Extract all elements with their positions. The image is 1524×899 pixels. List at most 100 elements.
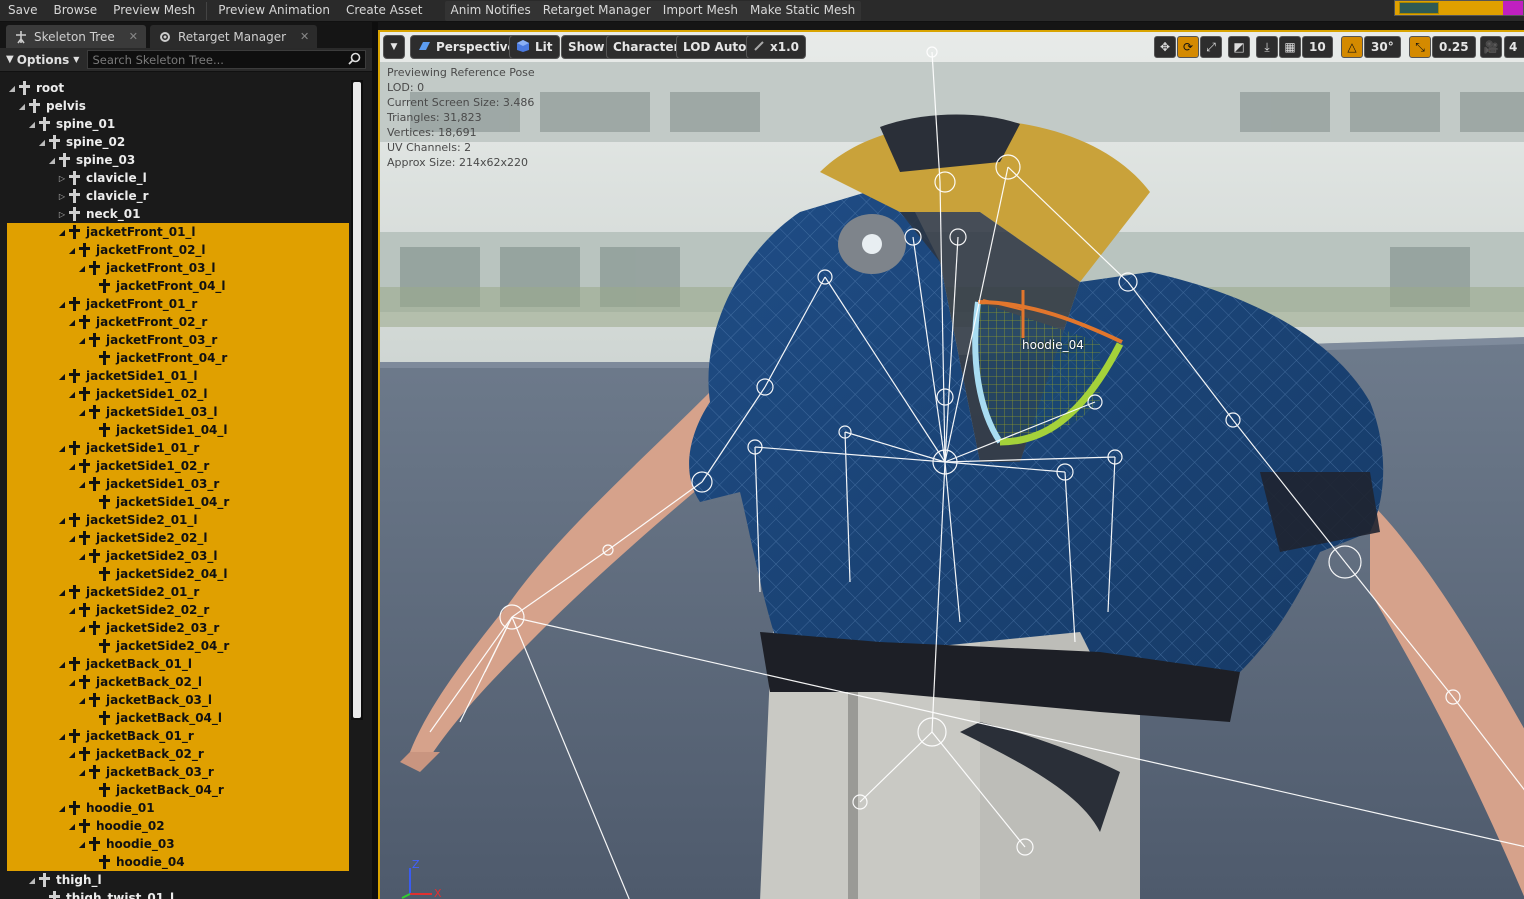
tree-row[interactable]: jacketFront_04_r xyxy=(7,349,349,367)
expanded-arrow-icon[interactable]: ◢ xyxy=(67,534,77,543)
tree-row[interactable]: ◢ jacketSide2_02_l xyxy=(7,529,349,547)
rotation-snap-icon[interactable]: △ xyxy=(1341,36,1363,58)
scrollbar-thumb[interactable] xyxy=(353,82,361,718)
toolbar-item[interactable]: Preview Animation xyxy=(210,1,338,21)
playback-speed-button[interactable]: x1.0 xyxy=(746,35,806,59)
expanded-arrow-icon[interactable]: ◢ xyxy=(57,444,67,453)
expanded-arrow-icon[interactable]: ◢ xyxy=(67,678,77,687)
tree-row[interactable]: ◢ jacketFront_02_r xyxy=(7,313,349,331)
expanded-arrow-icon[interactable]: ◢ xyxy=(57,588,67,597)
tree-row[interactable]: jacketSide1_04_r xyxy=(7,493,349,511)
expanded-arrow-icon[interactable]: ◢ xyxy=(77,624,87,633)
tree-row[interactable]: ◢ jacketBack_02_l xyxy=(7,673,349,691)
character-button[interactable]: Character xyxy=(606,35,687,59)
tree-row[interactable]: ◢ spine_03 xyxy=(7,151,349,169)
tree-row[interactable]: ◢ jacketSide1_03_r xyxy=(7,475,349,493)
expanded-arrow-icon[interactable]: ◢ xyxy=(77,840,87,849)
expanded-arrow-icon[interactable]: ◢ xyxy=(67,390,77,399)
perspective-button[interactable]: Perspective xyxy=(410,35,523,59)
tree-row[interactable]: ◢ hoodie_02 xyxy=(7,817,349,835)
expanded-arrow-icon[interactable]: ◢ xyxy=(57,732,67,741)
expanded-arrow-icon[interactable]: ◢ xyxy=(57,372,67,381)
expanded-arrow-icon[interactable]: ◢ xyxy=(77,480,87,489)
collapsed-arrow-icon[interactable]: ▷ xyxy=(57,174,67,183)
tree-row[interactable]: ◢ jacketSide1_01_r xyxy=(7,439,349,457)
tree-row[interactable]: ◢ spine_02 xyxy=(7,133,349,151)
expanded-arrow-icon[interactable]: ◢ xyxy=(67,822,77,831)
toolbar-item[interactable]: Retarget Manager xyxy=(537,1,657,21)
scale-snap-icon[interactable]: ⤡ xyxy=(1409,36,1431,58)
close-icon[interactable]: ✕ xyxy=(300,30,309,43)
scale-snap-value[interactable]: 0.25 xyxy=(1432,36,1476,58)
tree-row[interactable]: ◢ jacketSide1_02_l xyxy=(7,385,349,403)
expanded-arrow-icon[interactable]: ◢ xyxy=(77,552,87,561)
tree-row[interactable]: ◢ jacketSide2_03_l xyxy=(7,547,349,565)
tree-row[interactable]: ◢ jacketSide1_03_l xyxy=(7,403,349,421)
expanded-arrow-icon[interactable]: ◢ xyxy=(67,606,77,615)
tree-scrollbar[interactable] xyxy=(351,80,363,720)
tree-row[interactable]: ◢ jacketBack_01_l xyxy=(7,655,349,673)
tree-row[interactable]: ◢ jacketSide1_01_l xyxy=(7,367,349,385)
camera-speed-value[interactable]: 4 xyxy=(1504,36,1524,58)
tree-row[interactable]: ▷ neck_01 xyxy=(7,205,349,223)
toolbar-item[interactable]: Import Mesh xyxy=(657,1,744,21)
tree-row[interactable]: ◢ hoodie_01 xyxy=(7,799,349,817)
rotation-snap-value[interactable]: 30° xyxy=(1364,36,1401,58)
toolbar-item[interactable]: Create Asset xyxy=(338,1,431,21)
tree-row[interactable]: jacketSide2_04_l xyxy=(7,565,349,583)
tree-row[interactable]: ◢ jacketFront_02_l xyxy=(7,241,349,259)
tree-row[interactable]: ◢ root xyxy=(7,79,349,97)
translate-tool-icon[interactable]: ✥ xyxy=(1154,36,1176,58)
expanded-arrow-icon[interactable]: ◢ xyxy=(67,750,77,759)
expanded-arrow-icon[interactable]: ◢ xyxy=(77,408,87,417)
viewport-options-button[interactable]: ▼ xyxy=(383,35,405,59)
expanded-arrow-icon[interactable]: ◢ xyxy=(77,264,87,273)
tab-skeleton-tree[interactable]: Skeleton Tree ✕ xyxy=(6,25,146,48)
expanded-arrow-icon[interactable]: ◢ xyxy=(67,462,77,471)
tree-row[interactable]: ▷ clavicle_l xyxy=(7,169,349,187)
toolbar-item[interactable]: Browse xyxy=(45,1,105,21)
tree-row[interactable]: ◢ jacketSide2_02_r xyxy=(7,601,349,619)
tree-row[interactable]: ◢ jacketSide2_03_r xyxy=(7,619,349,637)
expanded-arrow-icon[interactable]: ◢ xyxy=(17,102,27,111)
collapsed-arrow-icon[interactable]: ▷ xyxy=(57,210,67,219)
tree-row[interactable]: hoodie_04 xyxy=(7,853,349,871)
tree-row[interactable]: ◢ thigh_l xyxy=(7,871,349,889)
expanded-arrow-icon[interactable]: ◢ xyxy=(57,804,67,813)
tree-row[interactable]: ◢ jacketSide2_01_r xyxy=(7,583,349,601)
expanded-arrow-icon[interactable]: ◢ xyxy=(57,300,67,309)
expanded-arrow-icon[interactable]: ◢ xyxy=(27,120,37,129)
toolbar-item[interactable]: Save xyxy=(0,1,45,21)
tree-row[interactable]: ◢ jacketSide1_02_r xyxy=(7,457,349,475)
coordinate-space-icon[interactable]: ◩ xyxy=(1228,36,1250,58)
expanded-arrow-icon[interactable]: ◢ xyxy=(57,660,67,669)
close-icon[interactable]: ✕ xyxy=(129,30,138,43)
toolbar-item[interactable]: Anim Notifies xyxy=(445,1,537,21)
tree-row[interactable]: ◢ jacketBack_01_r xyxy=(7,727,349,745)
tab-retarget-manager[interactable]: Retarget Manager ✕ xyxy=(149,25,318,48)
options-button[interactable]: ▼ Options ▼ xyxy=(6,53,79,67)
expanded-arrow-icon[interactable]: ◢ xyxy=(57,228,67,237)
expanded-arrow-icon[interactable]: ◢ xyxy=(67,246,77,255)
tree-row[interactable]: ◢ hoodie_03 xyxy=(7,835,349,853)
grid-snap-icon[interactable]: ▦ xyxy=(1279,36,1301,58)
camera-speed-icon[interactable]: 🎥 xyxy=(1480,36,1502,58)
expanded-arrow-icon[interactable]: ◢ xyxy=(77,768,87,777)
lit-button[interactable]: Lit xyxy=(509,35,560,59)
collapsed-arrow-icon[interactable]: ▷ xyxy=(57,192,67,201)
tree-row[interactable]: jacketBack_04_r xyxy=(7,781,349,799)
tree-row[interactable]: jacketFront_04_l xyxy=(7,277,349,295)
tree-row[interactable]: ▷ clavicle_r xyxy=(7,187,349,205)
tree-row[interactable]: ◢ jacketBack_02_r xyxy=(7,745,349,763)
expanded-arrow-icon[interactable]: ◢ xyxy=(37,138,47,147)
toolbar-item[interactable]: Preview Mesh xyxy=(105,1,203,21)
tree-row[interactable]: jacketSide2_04_r xyxy=(7,637,349,655)
3d-viewport[interactable]: ▼ Perspective Lit Show Character LOD Aut… xyxy=(378,30,1524,899)
tree-row[interactable]: ◢ pelvis xyxy=(7,97,349,115)
tree-row[interactable]: jacketSide1_04_l xyxy=(7,421,349,439)
tree-row[interactable]: ◢ jacketFront_01_r xyxy=(7,295,349,313)
rotate-tool-icon[interactable]: ⟳ xyxy=(1177,36,1199,58)
tree-row[interactable]: ◢ jacketBack_03_l xyxy=(7,691,349,709)
toolbar-item[interactable]: Make Static Mesh xyxy=(744,1,861,21)
show-button[interactable]: Show xyxy=(561,35,612,59)
